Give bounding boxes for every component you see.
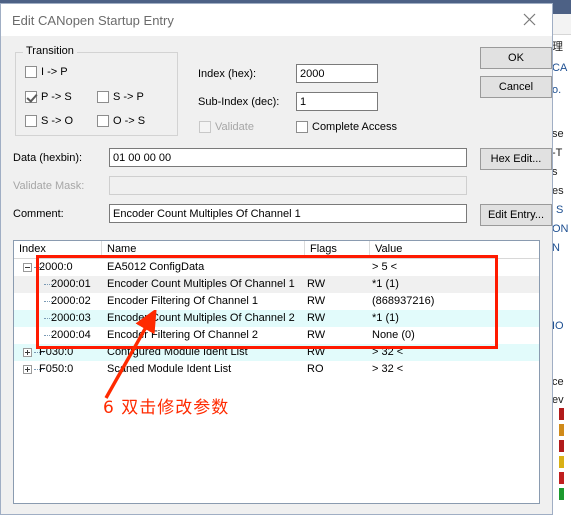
- background-text-fragment: es: [552, 185, 564, 197]
- background-text-fragment: o.: [552, 84, 562, 96]
- cell-name: Encoder Filtering Of Channel 1: [107, 295, 259, 307]
- dialog-client-area: Transition I -> P P -> S S -> P S -> O O…: [1, 36, 552, 514]
- listview-header: Index Name Flags Value: [14, 241, 539, 259]
- checkbox-s-to-p[interactable]: S -> P: [97, 91, 144, 103]
- listview-column-header[interactable]: Value: [370, 241, 539, 258]
- annotation-text: 6 双击修改参数: [103, 398, 230, 418]
- listview-column-header[interactable]: Flags: [305, 241, 370, 258]
- cell-flags: RW: [307, 295, 326, 307]
- checkbox-box-s-to-o[interactable]: [25, 115, 37, 127]
- background-color-chip: [559, 440, 564, 452]
- cell-name: Scaned Module Ident List: [107, 363, 232, 375]
- listview-column-header[interactable]: Name: [102, 241, 305, 258]
- cell-flags: RO: [307, 363, 324, 375]
- index-hex-label: Index (hex):: [198, 68, 257, 80]
- checkbox-label-s-to-o: S -> O: [41, 115, 74, 127]
- cell-value: *1 (1): [372, 312, 399, 324]
- table-row[interactable]: 2000:04 Encoder Filtering Of Channel 2 RW N…: [14, 327, 539, 344]
- checkbox-label-complete-access: Complete Access: [312, 121, 397, 133]
- validate-mask-input: [109, 176, 467, 195]
- background-text-fragment: se: [552, 128, 564, 140]
- background-text-fragment: 理: [552, 41, 563, 53]
- background-text-fragment: N: [552, 242, 560, 254]
- transition-group-label: Transition: [23, 45, 77, 57]
- table-row[interactable]: F030:0 Configured Module Ident List RW > 32…: [14, 344, 539, 361]
- cell-name: Encoder Count Multiples Of Channel 2: [107, 312, 295, 324]
- checkbox-label-i-to-p: I -> P: [41, 66, 68, 78]
- checkbox-complete-access[interactable]: Complete Access: [296, 121, 397, 133]
- ok-button[interactable]: OK: [480, 47, 552, 69]
- sub-index-dec-label: Sub-Index (dec):: [198, 96, 280, 108]
- table-row[interactable]: F050:0 Scaned Module Ident List RO > 32 <: [14, 361, 539, 378]
- background-text-fragment: S: [556, 204, 564, 216]
- cell-flags: RW: [307, 346, 326, 358]
- background-text-fragment: ON: [552, 223, 569, 235]
- background-color-chip: [559, 488, 564, 500]
- cell-name: Encoder Count Multiples Of Channel 1: [107, 278, 295, 290]
- cell-name: Encoder Filtering Of Channel 2: [107, 329, 259, 341]
- background-color-chip: [559, 456, 564, 468]
- checkbox-label-p-to-s: P -> S: [41, 91, 72, 103]
- table-row[interactable]: 2000:0 EA5012 ConfigData > 5 <: [14, 259, 539, 276]
- cell-flags: RW: [307, 312, 326, 324]
- background-color-chip: [559, 408, 564, 420]
- collapse-icon[interactable]: [23, 263, 32, 272]
- cell-flags: RW: [307, 278, 326, 290]
- background-text-fragment: ce: [552, 376, 564, 388]
- checkbox-box-complete-access[interactable]: [296, 121, 308, 133]
- sub-index-dec-input[interactable]: 1: [296, 92, 378, 111]
- data-hexbin-input[interactable]: 01 00 00 00: [109, 148, 467, 167]
- checkbox-box-p-to-s[interactable]: [25, 91, 37, 103]
- edit-entry-button[interactable]: Edit Entry...: [480, 204, 552, 226]
- table-row[interactable]: 2000:01 Encoder Count Multiples Of Channe…: [14, 276, 539, 293]
- background-color-chip: [559, 424, 564, 436]
- index-hex-input[interactable]: 2000: [296, 64, 378, 83]
- data-hexbin-label: Data (hexbin):: [13, 152, 83, 164]
- background-color-chip: [559, 472, 564, 484]
- cancel-button[interactable]: Cancel: [480, 76, 552, 98]
- checkbox-label-o-to-s: O -> S: [113, 115, 146, 127]
- checkbox-label-s-to-p: S -> P: [113, 91, 144, 103]
- cell-flags: RW: [307, 329, 326, 341]
- checkbox-box-validate: [199, 121, 211, 133]
- comment-input[interactable]: Encoder Count Multiples Of Channel 1: [109, 204, 467, 223]
- listview-body: 2000:0 EA5012 ConfigData > 5 <2000:01 Encod…: [14, 259, 539, 378]
- cell-name: EA5012 ConfigData: [107, 261, 205, 273]
- cell-value: (868937216): [372, 295, 435, 307]
- background-text-fragment: CA: [552, 62, 568, 74]
- checkbox-i-to-p[interactable]: I -> P: [25, 66, 68, 78]
- expand-icon[interactable]: [23, 365, 32, 374]
- dialog-title-bar: Edit CANopen Startup Entry: [1, 4, 552, 36]
- checkbox-validate: Validate: [199, 121, 254, 133]
- checkbox-p-to-s[interactable]: P -> S: [25, 91, 72, 103]
- listview-column-header[interactable]: Index: [14, 241, 102, 258]
- cell-value: > 32 <: [372, 346, 404, 358]
- hex-edit-button[interactable]: Hex Edit...: [480, 148, 552, 170]
- cell-value: > 32 <: [372, 363, 404, 375]
- checkbox-box-s-to-p[interactable]: [97, 91, 109, 103]
- checkbox-o-to-s[interactable]: O -> S: [97, 115, 145, 127]
- cell-value: > 5 <: [372, 261, 398, 273]
- background-text-fragment: ev: [552, 394, 564, 406]
- object-dictionary-listview[interactable]: Index Name Flags Value 2000:0 EA5012 ConfigD…: [13, 240, 540, 504]
- background-text-fragment: -T: [552, 147, 563, 159]
- expand-icon[interactable]: [23, 348, 32, 357]
- close-icon[interactable]: [507, 4, 552, 35]
- checkbox-box-o-to-s[interactable]: [97, 115, 109, 127]
- cell-value: None (0): [372, 329, 415, 341]
- table-row[interactable]: 2000:02 Encoder Filtering Of Channel 1 RW(…: [14, 293, 539, 310]
- edit-canopen-startup-entry-dialog: Edit CANopen Startup Entry Transition I …: [0, 3, 553, 515]
- cell-value: *1 (1): [372, 278, 399, 290]
- background-text-fragment: IO: [552, 320, 564, 332]
- comment-label: Comment:: [13, 208, 64, 220]
- dialog-title: Edit CANopen Startup Entry: [12, 13, 174, 28]
- validate-mask-label: Validate Mask:: [13, 180, 85, 192]
- checkbox-label-validate: Validate: [215, 121, 254, 133]
- cell-flags: [307, 259, 368, 276]
- table-row[interactable]: 2000:03 Encoder Count Multiples Of Channe…: [14, 310, 539, 327]
- checkbox-box-i-to-p[interactable]: [25, 66, 37, 78]
- checkbox-s-to-o[interactable]: S -> O: [25, 115, 73, 127]
- cell-name: Configured Module Ident List: [107, 346, 248, 358]
